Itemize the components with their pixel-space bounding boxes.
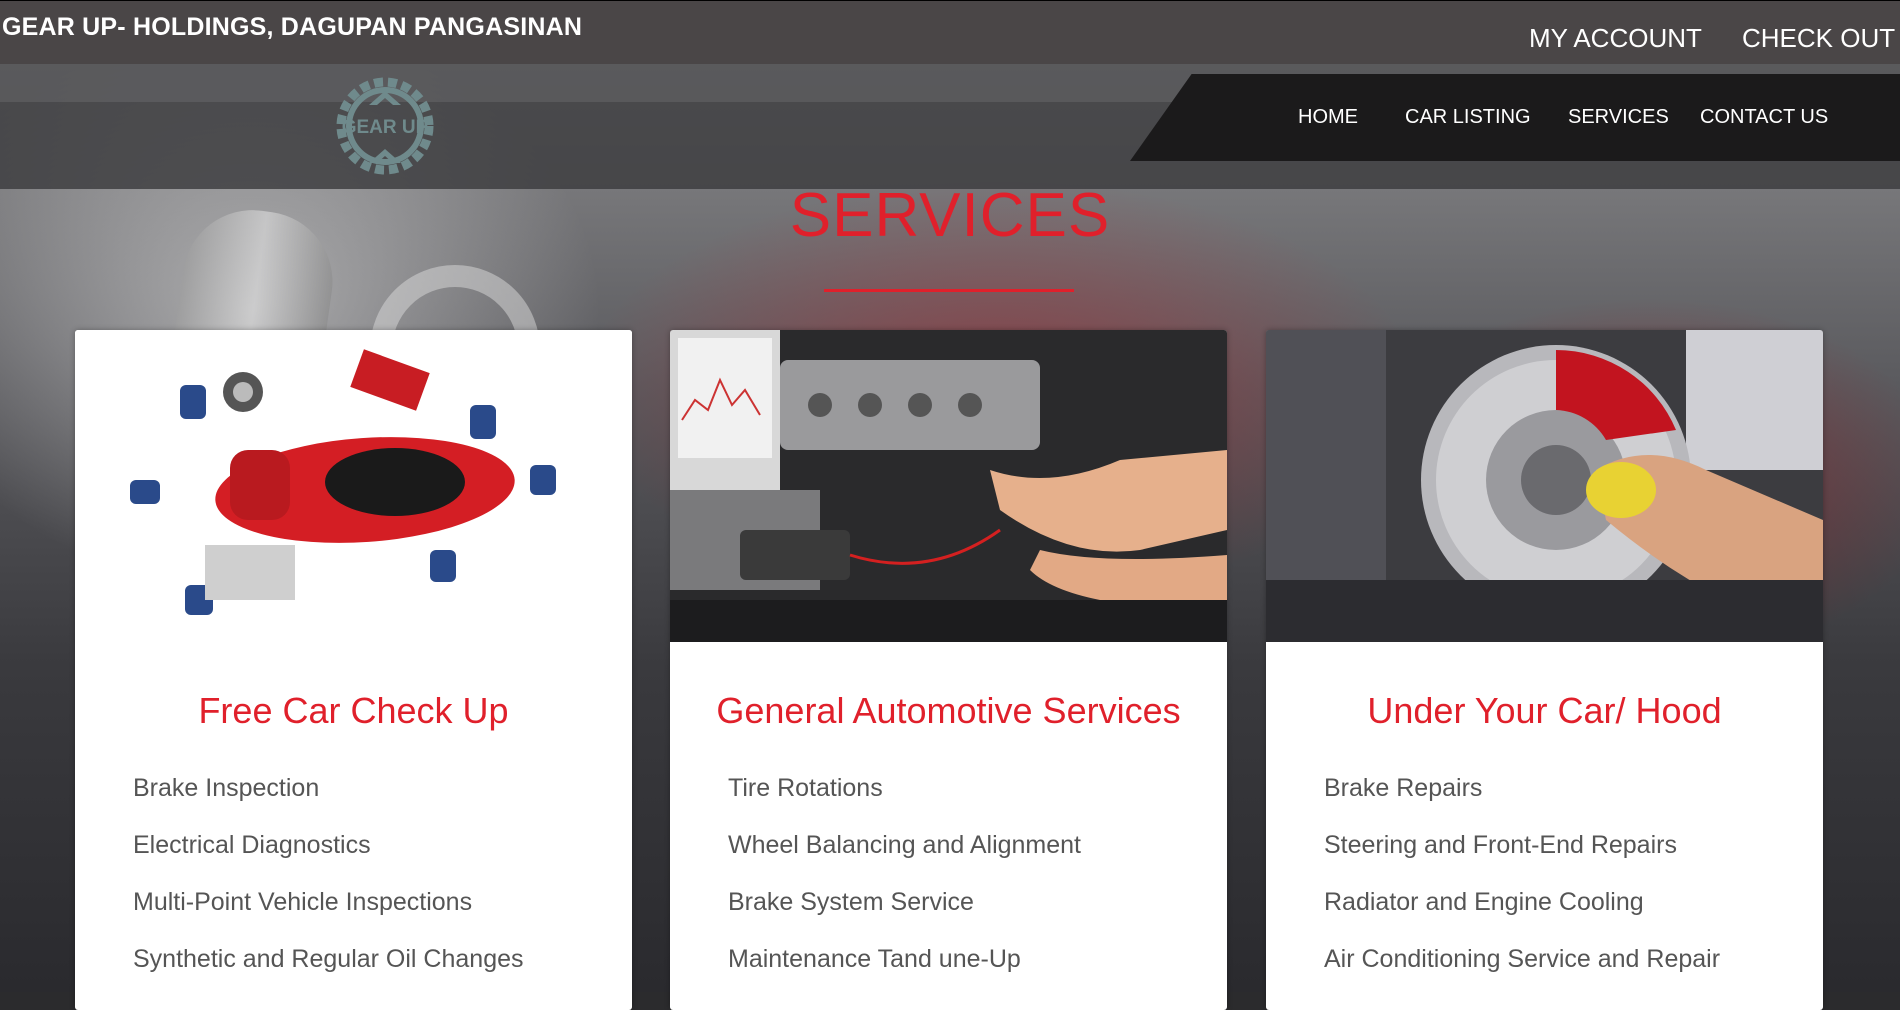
card-title: Under Your Car/ Hood <box>1367 690 1722 731</box>
card-title: Free Car Check Up <box>198 690 509 731</box>
brake-disc-image <box>1266 330 1823 642</box>
list-item: Synthetic and Regular Oil Changes <box>133 945 524 973</box>
list-item: Electrical Diagnostics <box>133 831 371 859</box>
nav-services[interactable]: SERVICES <box>1568 106 1669 129</box>
list-item: Radiator and Engine Cooling <box>1324 888 1644 916</box>
list-item: Multi-Point Vehicle Inspections <box>133 888 473 916</box>
red-car-mechanics-image <box>75 330 632 642</box>
gear-up-logo[interactable]: GEAR UP <box>333 71 437 181</box>
service-list: Brake Inspection Electrical Diagnostics … <box>133 760 524 988</box>
site-title: GEAR UP- HOLDINGS, DAGUPAN PANGASINAN <box>2 13 583 41</box>
list-item: Brake Inspection <box>133 774 320 802</box>
service-card-general-automotive: General Automotive Services Tire Rotatio… <box>670 330 1227 1010</box>
card-title: General Automotive Services <box>716 690 1181 731</box>
list-item: Tire Rotations <box>728 774 883 802</box>
service-list: Tire Rotations Wheel Balancing and Align… <box>728 760 1081 988</box>
section-title: SERVICES <box>789 181 1111 250</box>
service-list: Brake Repairs Steering and Front-End Rep… <box>1324 760 1720 988</box>
engine-diagnostics-image <box>670 330 1227 642</box>
main-nav: HOME CAR LISTING SERVICES CONTACT US <box>1130 74 1900 161</box>
service-card-under-car-hood: Under Your Car/ Hood Brake Repairs Steer… <box>1266 330 1823 1010</box>
nav-home[interactable]: HOME <box>1298 106 1358 129</box>
list-item: Maintenance Tand une-Up <box>728 945 1021 973</box>
list-item: Brake System Service <box>728 888 974 916</box>
top-bar: GEAR UP- HOLDINGS, DAGUPAN PANGASINAN MY… <box>0 0 1900 64</box>
nav-contact-us[interactable]: CONTACT US <box>1700 106 1828 129</box>
list-item: Wheel Balancing and Alignment <box>728 831 1082 859</box>
list-item: Steering and Front-End Repairs <box>1324 831 1677 859</box>
nav-car-listing[interactable]: CAR LISTING <box>1405 106 1531 129</box>
check-out-link[interactable]: CHECK OUT <box>1742 23 1895 54</box>
service-card-free-check-up: Free Car Check Up Brake Inspection Elect… <box>75 330 632 1010</box>
title-underline <box>824 289 1074 292</box>
list-item: Air Conditioning Service and Repair <box>1324 945 1721 973</box>
logo-text: GEAR UP <box>342 117 429 138</box>
my-account-link[interactable]: MY ACCOUNT <box>1529 23 1702 54</box>
list-item: Brake Repairs <box>1324 774 1483 802</box>
